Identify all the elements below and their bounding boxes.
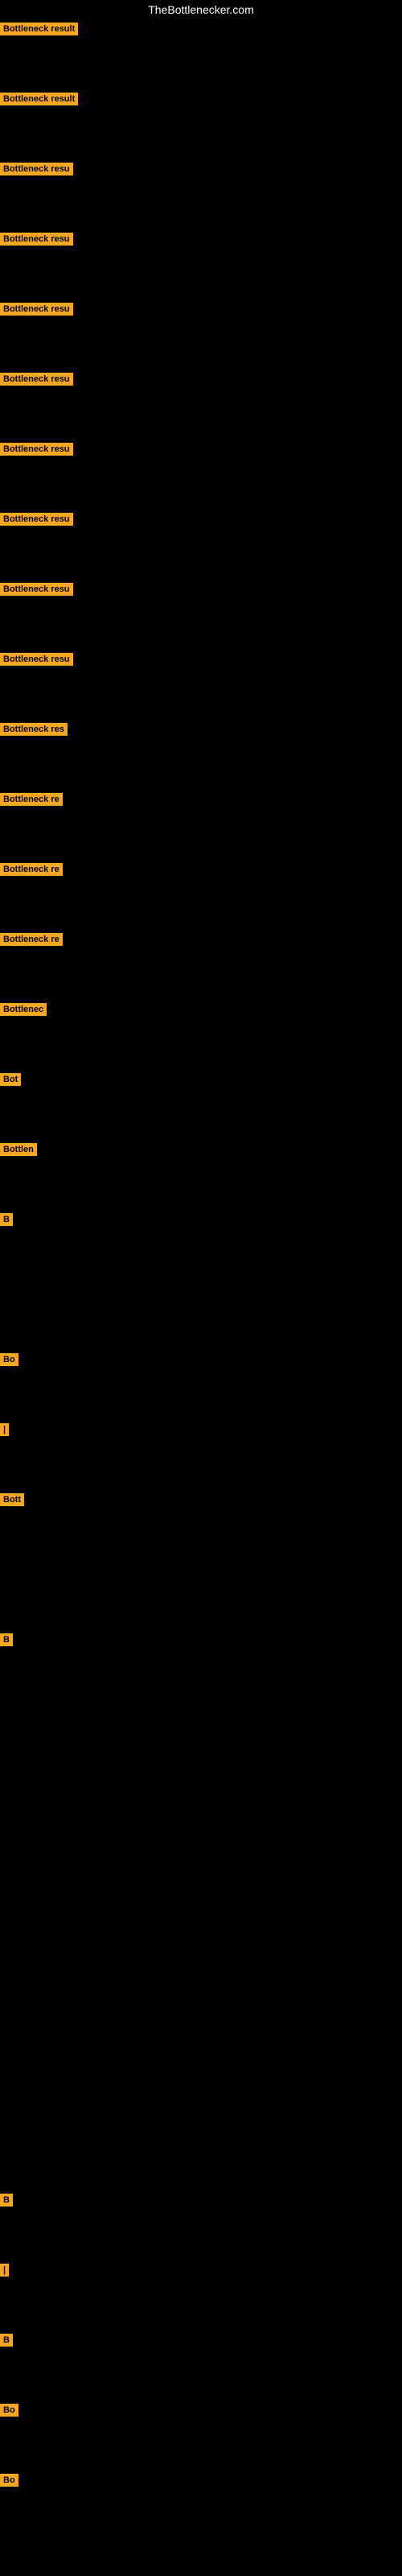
list-item: | [0,1420,402,1490]
list-item: Bottleneck resu [0,650,402,720]
list-item [0,1700,402,1770]
list-item: Bot [0,1070,402,1140]
list-item [0,1910,402,1980]
bottleneck-badge[interactable]: | [0,1423,9,1436]
bottleneck-badge[interactable]: B [0,1633,13,1646]
list-item: Bottleneck resu [0,159,402,229]
bottleneck-badge[interactable]: Bottleneck re [0,933,63,946]
list-item: Bottleneck re [0,790,402,860]
bottleneck-badge[interactable]: Bott [0,1493,24,1506]
bottleneck-badge[interactable]: Bottleneck resu [0,513,73,526]
list-item: Bottleneck resu [0,510,402,580]
list-item: Bottleneck re [0,930,402,1000]
bottleneck-badge[interactable]: | [0,2264,9,2277]
bottleneck-badge[interactable]: Bo [0,2404,18,2417]
list-item: Bottleneck resu [0,369,402,440]
list-item [0,1770,402,1840]
bottleneck-badge[interactable]: B [0,2194,13,2207]
list-item: Bottleneck res [0,720,402,790]
list-item: Bottleneck resu [0,580,402,650]
bottleneck-badge[interactable]: Bottleneck resu [0,163,73,175]
list-item: Bo [0,2401,402,2471]
list-item: B [0,1210,402,1280]
bottleneck-badge[interactable]: Bottleneck resu [0,233,73,246]
list-item: Bottleneck re [0,860,402,930]
list-item: Bottlen [0,1140,402,1210]
bottleneck-badge[interactable]: Bottlenec [0,1003,47,1016]
list-item [0,2120,402,2190]
list-item: B [0,1630,402,1700]
bottleneck-badge[interactable]: Bottleneck resu [0,653,73,666]
bottleneck-badge[interactable]: Bottleneck resu [0,303,73,316]
list-item: Bo [0,1350,402,1420]
bottleneck-badge[interactable]: Bottleneck re [0,793,63,806]
list-item: Bott [0,1490,402,1560]
bottleneck-badge[interactable]: B [0,1213,13,1226]
list-item: Bottleneck result [0,89,402,159]
bottleneck-badge[interactable]: Bottlen [0,1143,37,1156]
list-item [0,1560,402,1630]
bottleneck-badge[interactable]: Bottleneck resu [0,373,73,386]
bottleneck-badge[interactable]: Bottleneck resu [0,583,73,596]
list-item: Bottleneck resu [0,440,402,510]
list-item: | [0,2260,402,2330]
list-item: Bottleneck resu [0,229,402,299]
bottleneck-badge[interactable]: Bottleneck result [0,23,78,35]
bottleneck-badge[interactable]: Bottleneck re [0,863,63,876]
list-item [0,1980,402,2050]
bottleneck-badge[interactable]: Bottleneck resu [0,443,73,456]
list-item [0,2050,402,2120]
list-item [0,1280,402,1350]
list-item: B [0,2190,402,2260]
list-item: Bo [0,2471,402,2541]
list-item: Bottleneck result [0,19,402,89]
list-item: Bottlenec [0,1000,402,1070]
bottleneck-badge[interactable]: Bot [0,1073,21,1086]
bottleneck-badge[interactable]: Bottleneck res [0,723,68,736]
bottleneck-badge[interactable]: B [0,2334,13,2347]
list-item [0,1840,402,1910]
bottleneck-badge[interactable]: Bottleneck result [0,93,78,105]
site-title: TheBottlenecker.com [0,0,402,19]
bottleneck-badge[interactable]: Bo [0,2474,18,2487]
list-item: B [0,2330,402,2401]
bottleneck-badge[interactable]: Bo [0,1353,18,1366]
list-item: Bottleneck resu [0,299,402,369]
